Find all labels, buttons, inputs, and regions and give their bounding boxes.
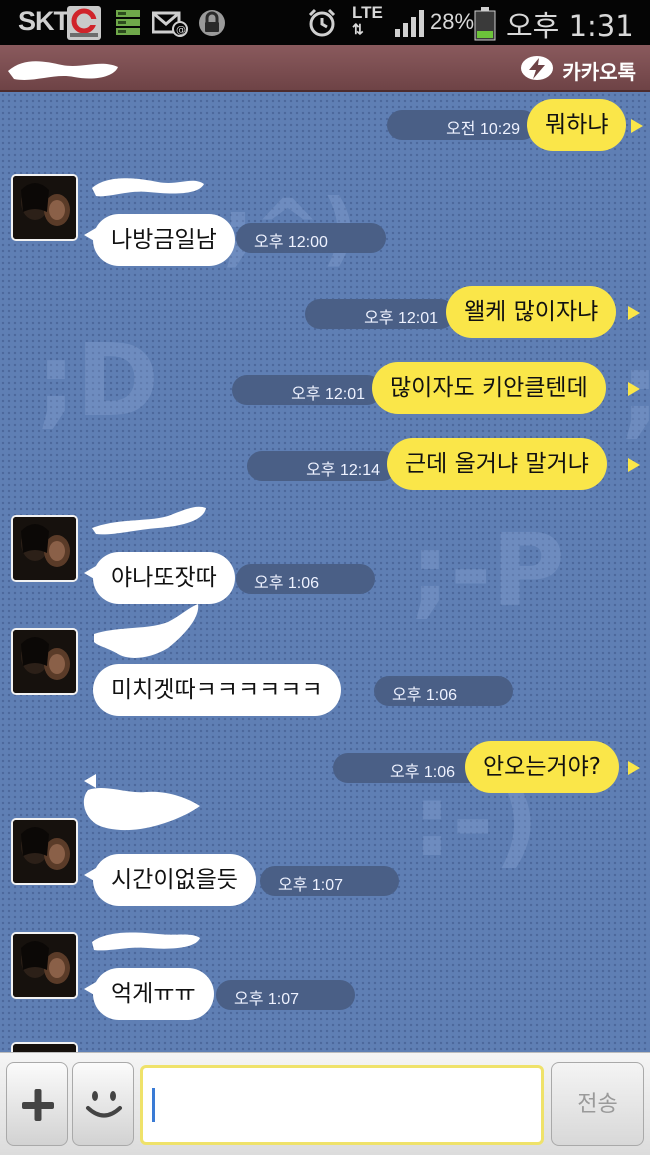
clean-master-icon — [66, 5, 102, 41]
redacted-chat-title — [4, 55, 122, 85]
message-row: 미치겟따ㅋㅋㅋㅋㅋㅋ 오후 1:06 — [0, 604, 650, 788]
redacted-sender-name — [92, 178, 204, 197]
timestamp-pill: 오후 1:06 — [236, 564, 375, 594]
timestamp: 오후 12:01 — [291, 386, 365, 403]
timestamp-pill: 오후 1:07 — [216, 980, 355, 1010]
other-message-bubble[interactable]: 시간이없을듯 — [93, 854, 256, 906]
timestamp-pill: 오후 1:06 — [333, 753, 483, 783]
carrier-label: SKT — [18, 6, 70, 36]
timestamp: 오전 10:29 — [446, 121, 520, 138]
message-row: 오후 12:14 근데 올거냐 말거냐 — [0, 438, 650, 494]
timestamp-pill: 오후 12:14 — [247, 451, 397, 481]
redacted-sender-name — [92, 506, 206, 535]
message-row: 나방금일남 오후 12:00 — [0, 170, 650, 270]
message-row: 시간이없을듯 오후 1:07 — [0, 788, 650, 914]
avatar[interactable] — [11, 628, 78, 695]
brand-label: 카카오톡 — [562, 59, 636, 84]
message-row: 야나또잣따 오후 1:06 — [0, 506, 650, 612]
message-row: 억게ㅠㅠ 오후 1:07 — [0, 928, 650, 1028]
bubble-tail — [631, 119, 643, 133]
my-message-bubble[interactable]: 왤케 많이자냐 — [446, 286, 617, 338]
timestamp-pill: 오후 1:07 — [260, 866, 399, 896]
timestamp: 오후 1:06 — [254, 575, 320, 592]
svg-text:@: @ — [176, 25, 186, 36]
bubble-tail — [628, 458, 640, 472]
message-row: 오후 12:01 많이자도 키안클텐데 — [0, 362, 650, 418]
emoticon-button[interactable] — [72, 1062, 134, 1146]
timestamp-pill: 오후 12:00 — [236, 223, 386, 253]
other-message-bubble[interactable]: 나방금일남 — [93, 214, 235, 266]
avatar[interactable] — [11, 932, 78, 999]
timestamp: 오후 1:07 — [234, 991, 300, 1008]
avatar[interactable] — [11, 174, 78, 241]
chat-area[interactable]: ;^) ;D ; ;-P :-) 오전 10:29 뭐하냐 나방금일남 오후 1… — [0, 92, 650, 1052]
text-caret — [152, 1088, 155, 1122]
timestamp-pill: 오후 1:06 — [374, 676, 513, 706]
status-bar: SKT @ LTE ⇅ 28% 오후 1:31 — [0, 0, 650, 45]
avatar[interactable] — [11, 515, 78, 582]
timestamp: 오후 12:00 — [254, 234, 328, 251]
my-message-bubble[interactable]: 많이자도 키안클텐데 — [372, 362, 606, 414]
clock: 오후 1:31 — [506, 9, 634, 43]
timestamp-pill: 오전 10:29 — [387, 110, 537, 140]
redacted-sender-name — [83, 788, 200, 831]
redacted-sender-name — [94, 604, 199, 658]
storage-icon — [114, 7, 146, 39]
timestamp-pill: 오후 12:01 — [305, 299, 455, 329]
alarm-icon — [306, 7, 338, 39]
bubble-tail — [628, 761, 640, 775]
mail-notification-icon: @ — [151, 7, 188, 39]
kakaotalk-bolt-icon — [520, 54, 554, 86]
my-message-bubble[interactable]: 근데 올거냐 말거냐 — [387, 438, 607, 490]
bubble-tail — [628, 306, 640, 320]
lock-icon — [198, 7, 230, 39]
timestamp: 오후 1:06 — [392, 687, 458, 704]
kakaotalk-brand[interactable]: 카카오톡 — [520, 54, 636, 86]
other-message-bubble[interactable]: 억게ㅠㅠ — [93, 968, 214, 1020]
signal-icon — [394, 7, 428, 39]
message-input[interactable] — [140, 1065, 544, 1145]
battery-icon — [474, 7, 496, 41]
avatar[interactable] — [11, 1042, 78, 1052]
attach-button[interactable] — [6, 1062, 68, 1146]
battery-percent: 28% — [430, 9, 475, 34]
send-button[interactable]: 전송 — [551, 1062, 644, 1146]
lte-icon: LTE ⇅ — [352, 3, 383, 37]
my-message-bubble[interactable]: 안오는거야? — [465, 741, 620, 793]
bubble-tail — [628, 382, 640, 396]
timestamp: 오후 1:07 — [278, 877, 344, 894]
chat-header: 카카오톡 — [0, 45, 650, 92]
other-message-bubble[interactable]: 미치겟따ㅋㅋㅋㅋㅋㅋ — [93, 664, 341, 716]
smiley-icon — [86, 1091, 122, 1118]
timestamp: 오후 1:06 — [389, 764, 455, 781]
timestamp: 오후 12:01 — [364, 310, 438, 327]
timestamp: 오후 12:14 — [306, 462, 380, 479]
timestamp-pill: 오후 12:01 — [232, 375, 382, 405]
other-message-bubble[interactable]: 야나또잣따 — [93, 552, 235, 604]
plus-icon — [22, 1089, 54, 1121]
message-input-bar: 전송 — [0, 1052, 650, 1155]
avatar[interactable] — [11, 818, 78, 885]
my-message-bubble[interactable]: 뭐하냐 — [527, 99, 627, 151]
message-row: 오후 12:01 왤케 많이자냐 — [0, 286, 650, 342]
redacted-sender-name — [92, 932, 200, 951]
message-row: 오전 10:29 뭐하냐 — [0, 97, 650, 153]
